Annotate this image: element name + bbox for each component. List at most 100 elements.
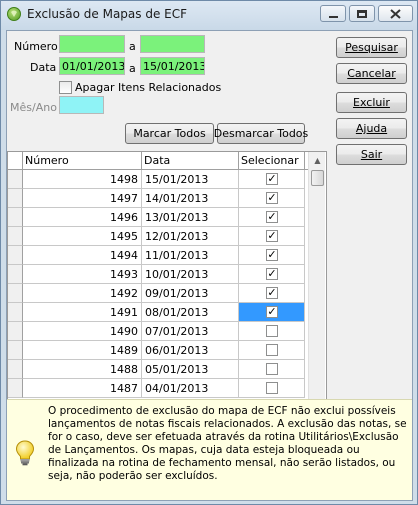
info-message: O procedimento de exclusão do mapa de EC… xyxy=(48,405,407,482)
row-selecionar-cell[interactable] xyxy=(239,341,305,360)
row-select-checkbox[interactable]: ✓ xyxy=(266,192,278,204)
row-selecionar-cell[interactable]: ✓ xyxy=(239,170,305,189)
row-indicator[interactable] xyxy=(8,189,23,208)
row-selecionar-cell[interactable]: ✓ xyxy=(239,284,305,303)
desmarcar-todos-button[interactable]: Desmarcar Todos xyxy=(214,123,308,144)
row-indicator[interactable] xyxy=(8,360,23,379)
sair-button[interactable]: Sair xyxy=(336,144,407,165)
grid-scrollbar[interactable]: ▲ ▼ xyxy=(308,152,325,427)
row-indicator[interactable] xyxy=(8,322,23,341)
row-indicator[interactable] xyxy=(8,284,23,303)
data-to-input[interactable]: 15/01/2013 xyxy=(140,57,205,75)
numero-range-separator: a xyxy=(129,40,136,53)
row-numero-cell[interactable]: 1497 xyxy=(23,189,142,208)
row-select-checkbox[interactable]: ✓ xyxy=(266,287,278,299)
row-numero-cell[interactable]: 1489 xyxy=(23,341,142,360)
table-row[interactable]: 1492 09/01/2013 ✓ xyxy=(8,284,308,303)
maximize-button[interactable] xyxy=(349,5,375,22)
row-select-checkbox[interactable]: ✓ xyxy=(266,230,278,242)
row-numero-cell[interactable]: 1498 xyxy=(23,170,142,189)
table-row[interactable]: 1493 10/01/2013 ✓ xyxy=(8,265,308,284)
row-selecionar-cell[interactable]: ✓ xyxy=(239,246,305,265)
scroll-thumb[interactable] xyxy=(311,170,324,186)
row-data-cell[interactable]: 09/01/2013 xyxy=(142,284,239,303)
row-select-checkbox[interactable] xyxy=(266,363,278,375)
table-row[interactable]: 1496 13/01/2013 ✓ xyxy=(8,208,308,227)
data-label: Data xyxy=(30,61,57,74)
table-row[interactable]: 1487 04/01/2013 xyxy=(8,379,308,398)
numero-to-input[interactable] xyxy=(140,35,205,53)
apagar-itens-checkbox[interactable] xyxy=(59,81,72,94)
row-selecionar-cell[interactable]: ✓ xyxy=(239,208,305,227)
mesano-input[interactable] xyxy=(59,96,104,114)
row-numero-cell[interactable]: 1491 xyxy=(23,303,142,322)
numero-from-input[interactable] xyxy=(59,35,125,53)
row-data-cell[interactable]: 10/01/2013 xyxy=(142,265,239,284)
row-indicator[interactable] xyxy=(8,303,23,322)
minimize-button[interactable] xyxy=(320,5,346,22)
row-data-cell[interactable]: 04/01/2013 xyxy=(142,379,239,398)
row-numero-cell[interactable]: 1492 xyxy=(23,284,142,303)
row-numero-cell[interactable]: 1490 xyxy=(23,322,142,341)
row-select-checkbox[interactable] xyxy=(266,325,278,337)
row-selecionar-cell[interactable]: ✓ xyxy=(239,265,305,284)
row-indicator[interactable] xyxy=(8,208,23,227)
close-button[interactable] xyxy=(378,5,413,22)
row-numero-cell[interactable]: 1493 xyxy=(23,265,142,284)
excluir-label: Excluir xyxy=(353,96,390,109)
table-row[interactable]: 1489 06/01/2013 xyxy=(8,341,308,360)
row-selecionar-cell[interactable]: ✓ xyxy=(239,303,305,322)
row-selecionar-cell[interactable]: ✓ xyxy=(239,227,305,246)
marcar-todos-button[interactable]: Marcar Todos xyxy=(125,123,214,144)
pesquisar-button[interactable]: Pesquisar xyxy=(336,37,407,58)
excluir-button[interactable]: Excluir xyxy=(336,92,407,113)
row-selecionar-cell[interactable] xyxy=(239,322,305,341)
row-data-cell[interactable]: 07/01/2013 xyxy=(142,322,239,341)
row-indicator[interactable] xyxy=(8,246,23,265)
column-numero-header[interactable]: Número xyxy=(23,152,142,170)
ajuda-button[interactable]: Ajuda xyxy=(336,118,407,139)
row-indicator[interactable] xyxy=(8,227,23,246)
cancelar-button[interactable]: Cancelar xyxy=(336,63,407,84)
row-numero-cell[interactable]: 1488 xyxy=(23,360,142,379)
row-select-checkbox[interactable]: ✓ xyxy=(266,306,278,318)
row-select-checkbox[interactable]: ✓ xyxy=(266,249,278,261)
column-selecionar-header[interactable]: Selecionar xyxy=(239,152,305,170)
table-row[interactable]: 1494 11/01/2013 ✓ xyxy=(8,246,308,265)
table-row[interactable]: 1495 12/01/2013 ✓ xyxy=(8,227,308,246)
row-data-cell[interactable]: 14/01/2013 xyxy=(142,189,239,208)
row-numero-cell[interactable]: 1494 xyxy=(23,246,142,265)
title-bar[interactable]: Exclusão de Mapas de ECF xyxy=(1,1,417,30)
row-numero-cell[interactable]: 1487 xyxy=(23,379,142,398)
row-data-cell[interactable]: 11/01/2013 xyxy=(142,246,239,265)
data-from-input[interactable]: 01/01/2013 xyxy=(59,57,125,75)
table-row[interactable]: 1498 15/01/2013 ✓ xyxy=(8,170,308,189)
row-select-checkbox[interactable] xyxy=(266,344,278,356)
row-numero-cell[interactable]: 1495 xyxy=(23,227,142,246)
table-row[interactable]: 1488 05/01/2013 xyxy=(8,360,308,379)
row-indicator[interactable] xyxy=(8,170,23,189)
row-numero-cell[interactable]: 1496 xyxy=(23,208,142,227)
table-row[interactable]: 1491 08/01/2013 ✓ xyxy=(8,303,308,322)
scroll-up-arrow-icon[interactable]: ▲ xyxy=(309,152,326,169)
row-data-cell[interactable]: 08/01/2013 xyxy=(142,303,239,322)
row-select-checkbox[interactable] xyxy=(266,382,278,394)
row-selecionar-cell[interactable]: ✓ xyxy=(239,189,305,208)
row-indicator[interactable] xyxy=(8,341,23,360)
row-data-cell[interactable]: 15/01/2013 xyxy=(142,170,239,189)
row-select-checkbox[interactable]: ✓ xyxy=(266,268,278,280)
row-selecionar-cell[interactable] xyxy=(239,360,305,379)
row-data-cell[interactable]: 13/01/2013 xyxy=(142,208,239,227)
row-indicator[interactable] xyxy=(8,265,23,284)
close-icon xyxy=(390,8,401,19)
row-selecionar-cell[interactable] xyxy=(239,379,305,398)
row-data-cell[interactable]: 06/01/2013 xyxy=(142,341,239,360)
row-data-cell[interactable]: 05/01/2013 xyxy=(142,360,239,379)
row-select-checkbox[interactable]: ✓ xyxy=(266,173,278,185)
row-indicator[interactable] xyxy=(8,379,23,398)
row-select-checkbox[interactable]: ✓ xyxy=(266,211,278,223)
table-row[interactable]: 1490 07/01/2013 xyxy=(8,322,308,341)
table-row[interactable]: 1497 14/01/2013 ✓ xyxy=(8,189,308,208)
row-data-cell[interactable]: 12/01/2013 xyxy=(142,227,239,246)
column-data-header[interactable]: Data xyxy=(142,152,239,170)
